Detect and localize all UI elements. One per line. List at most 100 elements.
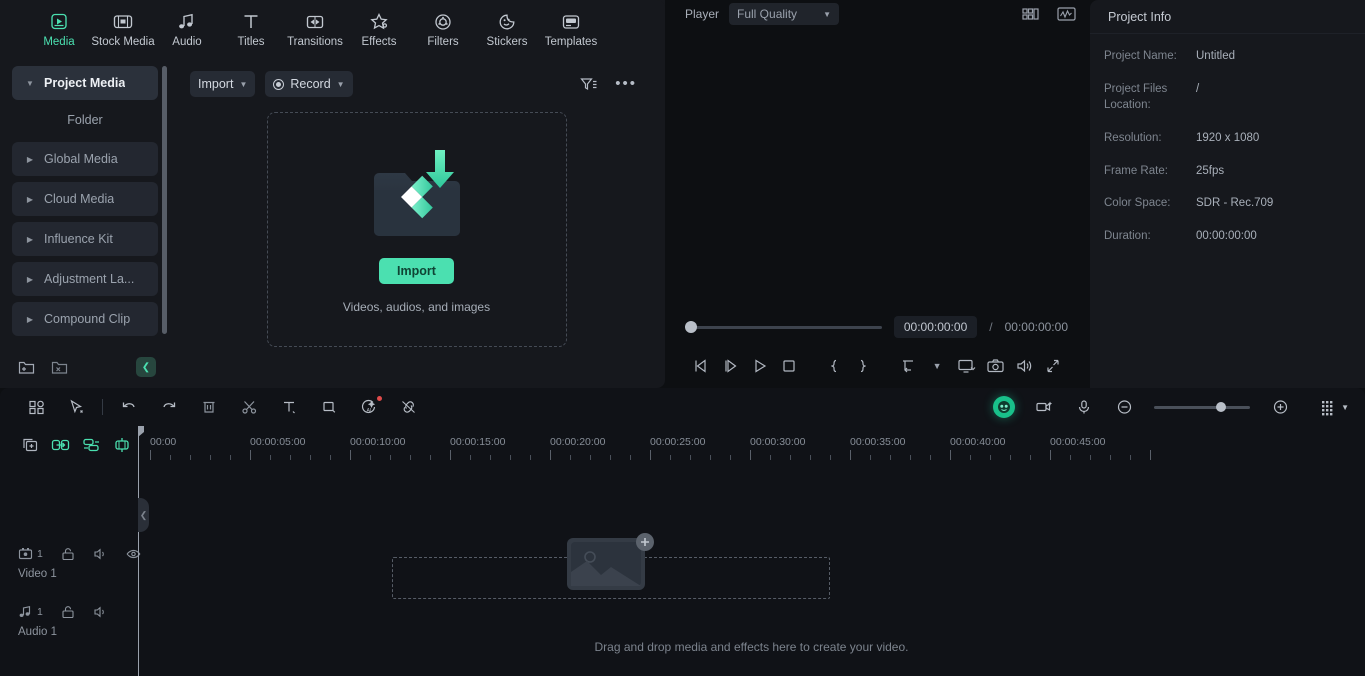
prev-frame-button[interactable] [687, 351, 716, 381]
voiceover-button[interactable] [1064, 392, 1104, 422]
info-key: Color Space: [1104, 197, 1171, 210]
play-button[interactable] [745, 351, 774, 381]
lock-icon[interactable] [61, 547, 75, 561]
stop-button[interactable] [774, 351, 803, 381]
camera-icon[interactable] [981, 351, 1010, 381]
add-track-icon[interactable] [22, 437, 39, 453]
chevron-right-icon[interactable]: ▶ [22, 315, 38, 324]
unlink-button[interactable] [389, 392, 429, 422]
project-info-panel: Project Info Project Name: Untitled Projec… [1090, 0, 1365, 388]
dropzone-import-button[interactable]: Import [379, 258, 454, 284]
record-button[interactable]: Record ▼ [265, 71, 353, 97]
filters-icon [432, 11, 454, 33]
split-button[interactable] [229, 392, 269, 422]
sidebar-collapse-button[interactable]: ❮ [136, 357, 156, 377]
player-stage[interactable] [665, 28, 1090, 308]
tab-transitions[interactable]: Transitions [284, 4, 346, 54]
chevron-right-icon[interactable]: ▶ [22, 155, 38, 164]
mute-icon[interactable] [93, 547, 108, 561]
tab-audio[interactable]: Audio [156, 4, 218, 54]
chevron-down-icon[interactable]: ▼ [22, 79, 38, 88]
screen-record-button[interactable] [1024, 392, 1064, 422]
marker-icon[interactable] [113, 437, 131, 453]
select-tool-button[interactable] [56, 392, 96, 422]
media-body: ▼ Project Media Folder ▶ Global Media ▶ Cloud … [0, 58, 665, 388]
text-button[interactable] [269, 392, 309, 422]
chevron-down-icon: ▼ [823, 9, 832, 19]
collapse-handle-icon[interactable]: ❮ [138, 498, 149, 532]
track-tool-row [0, 426, 138, 464]
waveform-scope-icon[interactable] [1057, 6, 1076, 22]
tab-effects[interactable]: Effects [348, 4, 410, 54]
tab-label: Effects [361, 35, 397, 48]
lock-icon[interactable] [61, 605, 75, 619]
chevron-right-icon[interactable]: ▶ [22, 275, 38, 284]
tab-templates[interactable]: Templates [540, 4, 602, 54]
chevron-right-icon[interactable]: ▶ [22, 195, 38, 204]
sidebar-item-cloud-media[interactable]: ▶ Cloud Media [12, 182, 158, 216]
ruler-tick [190, 455, 191, 460]
project-info-title: Project Info [1090, 0, 1365, 34]
zoom-slider-knob[interactable] [1215, 402, 1226, 412]
filter-icon[interactable] [580, 77, 597, 92]
seek-knob[interactable] [685, 321, 697, 333]
ruler-tick [170, 455, 171, 460]
current-timecode[interactable]: 00:00:00:00 [893, 316, 978, 338]
mute-icon[interactable] [93, 605, 108, 619]
ruler-tick [730, 455, 731, 460]
tab-filters[interactable]: Filters [412, 4, 474, 54]
new-folder-icon[interactable] [18, 360, 35, 375]
templates-icon [560, 11, 582, 33]
timeline-tracks-area[interactable]: 00:00 00:00:05:00 00:00:10:00 00:00:15:00 00… [138, 426, 1365, 676]
crop-button[interactable] [309, 392, 349, 422]
fullscreen-icon[interactable] [1039, 351, 1068, 381]
ruler-tick [1110, 455, 1111, 460]
speaker-icon[interactable] [1010, 351, 1039, 381]
rearrange-icon[interactable] [82, 437, 101, 453]
sidebar-item-compound-clip[interactable]: ▶ Compound Clip [12, 302, 158, 336]
sidebar-item-influence-kit[interactable]: ▶ Influence Kit [12, 222, 158, 256]
next-frame-button[interactable] [716, 351, 745, 381]
tab-titles[interactable]: Titles [220, 4, 282, 54]
tab-label: Media [43, 35, 75, 48]
undo-button[interactable] [109, 392, 149, 422]
playhead[interactable] [138, 426, 144, 676]
seek-bar[interactable] [685, 321, 882, 333]
mark-in-button[interactable] [819, 351, 848, 381]
quality-select[interactable]: Full Quality ▼ [729, 3, 840, 25]
ai-tools-button[interactable]: AI [349, 392, 389, 422]
delete-folder-icon[interactable] [51, 360, 68, 375]
zoom-in-button[interactable] [1260, 392, 1300, 422]
sidebar-item-adjustment-la[interactable]: ▶ Adjustment La... [12, 262, 158, 296]
sidebar-item-project-media[interactable]: ▼ Project Media [12, 66, 158, 100]
sidebar-item-global-media[interactable]: ▶ Global Media [12, 142, 158, 176]
sidebar-folder-item[interactable]: Folder [12, 106, 158, 134]
ruler-tick [450, 450, 451, 460]
sidebar-item-label: Cloud Media [44, 192, 115, 206]
export-dropdown[interactable]: ▼ [923, 351, 952, 381]
zoom-out-button[interactable] [1104, 392, 1144, 422]
import-dropzone[interactable]: Import Videos, audios, and images [266, 112, 567, 347]
chevron-right-icon[interactable]: ▶ [22, 235, 38, 244]
ai-copilot-button[interactable] [993, 396, 1016, 418]
track-settings-button[interactable]: ▼ [1320, 399, 1349, 416]
import-button[interactable]: Import ▼ [190, 71, 256, 97]
tab-stock-media[interactable]: Stock Media [91, 4, 155, 54]
sidebar-scrollbar[interactable] [162, 66, 167, 334]
layout-button[interactable] [16, 392, 56, 422]
redo-button[interactable] [149, 392, 189, 422]
ruler-tick [510, 455, 511, 460]
export-frame-button[interactable] [893, 351, 922, 381]
layout-grid-icon[interactable] [1022, 7, 1039, 22]
timeline-ruler[interactable]: 00:00 00:00:05:00 00:00:10:00 00:00:15:00 00… [138, 426, 1365, 464]
zoom-slider[interactable] [1154, 402, 1251, 412]
timeline-toolbar-right: ▼ [993, 392, 1349, 422]
delete-button[interactable] [189, 392, 229, 422]
tab-media[interactable]: Media [28, 4, 90, 54]
monitor-icon[interactable] [952, 351, 981, 381]
more-options-icon[interactable]: ••• [615, 76, 637, 91]
timeline-canvas[interactable]: Drag and drop media and effects here to … [138, 464, 1365, 676]
mark-out-button[interactable] [848, 351, 877, 381]
tab-stickers[interactable]: Stickers [476, 4, 538, 54]
link-arrow-icon[interactable] [51, 437, 70, 453]
